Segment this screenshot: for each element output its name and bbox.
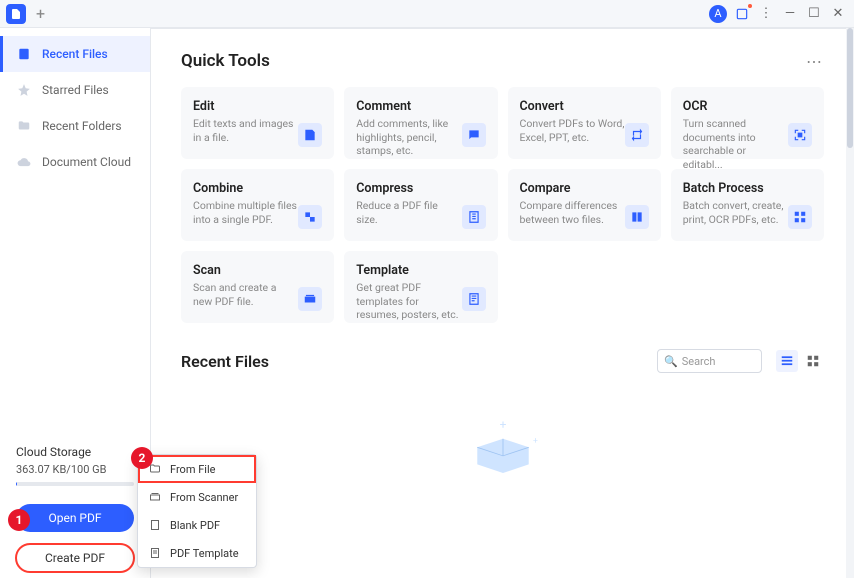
view-list-icon[interactable]: [776, 350, 798, 372]
svg-text:+: +: [533, 436, 538, 446]
cloud-storage-bar: [16, 482, 134, 486]
sidebar-item-label: Document Cloud: [42, 155, 131, 169]
tool-template[interactable]: TemplateGet great PDF templates for resu…: [344, 251, 497, 323]
menu-item-label: Blank PDF: [170, 519, 220, 532]
callout-1: 1: [8, 509, 30, 531]
sidebar-item-recent-files[interactable]: Recent Files: [0, 36, 150, 72]
combine-icon: [298, 205, 322, 229]
tool-batch[interactable]: Batch ProcessBatch convert, create, prin…: [671, 169, 824, 241]
tool-comment[interactable]: CommentAdd comments, like highlights, pe…: [344, 87, 497, 159]
tool-scan[interactable]: ScanScan and create a new PDF file.: [181, 251, 334, 323]
cloud-storage-usage: 363.07 KB/100 GB: [16, 463, 134, 476]
create-pdf-menu: From File From Scanner Blank PDF PDF Tem…: [137, 454, 257, 568]
quick-tools-grid: EditEdit texts and images in a file. Com…: [181, 87, 824, 323]
avatar-icon[interactable]: A: [706, 2, 730, 26]
svg-text:+: +: [499, 417, 506, 431]
menu-item-label: PDF Template: [170, 547, 239, 560]
search-icon: 🔍: [664, 355, 678, 368]
tool-ocr[interactable]: OCRTurn scanned documents into searchabl…: [671, 87, 824, 159]
recent-files-heading: Recent Files: [181, 352, 269, 371]
search-input[interactable]: 🔍 Search: [657, 349, 762, 373]
sidebar-item-document-cloud[interactable]: Document Cloud: [0, 144, 150, 180]
scan-icon: [298, 287, 322, 311]
quick-tools-more-icon[interactable]: ⋯: [806, 52, 824, 71]
sidebar-item-recent-folders[interactable]: Recent Folders: [0, 108, 150, 144]
menu-item-label: From Scanner: [170, 491, 238, 504]
recent-files-icon: [16, 46, 32, 62]
sidebar-item-label: Recent Folders: [42, 119, 122, 133]
notification-icon[interactable]: [730, 2, 754, 26]
blank-page-icon: [148, 518, 162, 532]
tool-edit[interactable]: EditEdit texts and images in a file.: [181, 87, 334, 159]
menu-item-label: From File: [170, 463, 215, 476]
cloud-icon: [16, 154, 32, 170]
empty-box-icon: + +: [458, 413, 548, 473]
comment-icon: [462, 123, 486, 147]
tool-convert[interactable]: ConvertConvert PDFs to Word, Excel, PPT,…: [508, 87, 661, 159]
cloud-storage-block: Cloud Storage 363.07 KB/100 GB: [0, 445, 150, 498]
sidebar: Recent Files Starred Files Recent Folder…: [0, 28, 150, 578]
menu-blank-pdf[interactable]: Blank PDF: [138, 511, 256, 539]
tool-combine[interactable]: CombineCombine multiple files into a sin…: [181, 169, 334, 241]
menu-from-file[interactable]: From File: [138, 455, 256, 483]
window-maximize[interactable]: ☐: [802, 2, 826, 26]
tool-compress[interactable]: CompressReduce a PDF file size.: [344, 169, 497, 241]
star-icon: [16, 82, 32, 98]
scrollbar-track[interactable]: [846, 28, 854, 578]
search-placeholder: Search: [682, 355, 716, 368]
convert-icon: [625, 123, 649, 147]
tool-compare[interactable]: CompareCompare differences between two f…: [508, 169, 661, 241]
create-pdf-button[interactable]: Create PDF: [16, 544, 134, 572]
template-page-icon: [148, 546, 162, 560]
scrollbar-thumb[interactable]: [847, 28, 853, 148]
cloud-storage-title: Cloud Storage: [16, 445, 134, 459]
window-minimize[interactable]: —: [778, 2, 802, 26]
edit-icon: [298, 123, 322, 147]
folder-icon: [16, 118, 32, 134]
open-pdf-button[interactable]: Open PDF: [16, 504, 134, 532]
compress-icon: [462, 205, 486, 229]
sidebar-item-label: Starred Files: [42, 83, 109, 97]
menu-from-scanner[interactable]: From Scanner: [138, 483, 256, 511]
template-icon: [462, 287, 486, 311]
window-close[interactable]: ✕: [826, 2, 850, 26]
quick-tools-heading: Quick Tools: [181, 51, 270, 71]
scanner-icon: [148, 490, 162, 504]
app-logo: [6, 4, 26, 24]
new-tab-button[interactable]: +: [36, 4, 45, 23]
compare-icon: [625, 205, 649, 229]
menu-icon[interactable]: ⋮: [754, 2, 778, 26]
ocr-icon: [788, 123, 812, 147]
view-grid-icon[interactable]: [802, 350, 824, 372]
sidebar-item-label: Recent Files: [42, 47, 108, 61]
menu-pdf-template[interactable]: PDF Template: [138, 539, 256, 567]
titlebar: + A ⋮ — ☐ ✕: [0, 0, 854, 28]
empty-state: + +: [181, 413, 824, 473]
callout-2: 2: [131, 447, 153, 469]
sidebar-item-starred-files[interactable]: Starred Files: [0, 72, 150, 108]
batch-icon: [788, 205, 812, 229]
